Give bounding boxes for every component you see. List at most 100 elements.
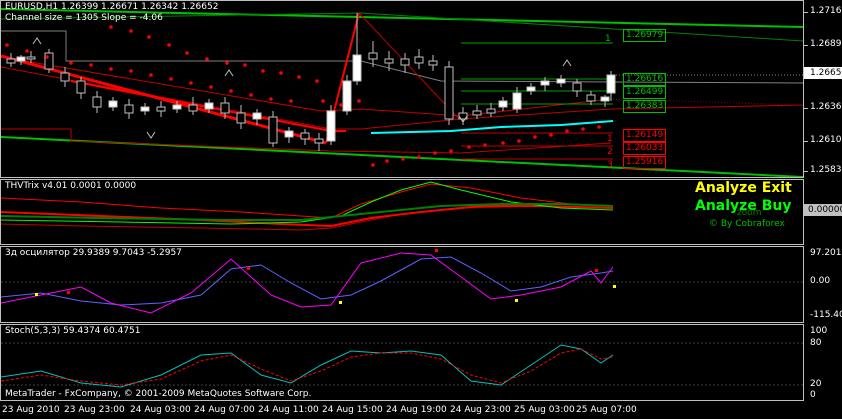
red-dot xyxy=(289,99,293,103)
level-letter-red-2: 2 xyxy=(607,147,613,157)
red-dot xyxy=(129,69,133,73)
time-label: 24 Aug 23:00 xyxy=(450,405,511,415)
candle-body xyxy=(188,104,198,112)
red-dot xyxy=(565,129,569,133)
red-band-2 xyxy=(1,66,803,130)
candle-body xyxy=(526,86,536,92)
red-dot xyxy=(167,43,171,47)
price-chart-pane[interactable]: EURUSD,H1 1.26399 1.26671 1.26342 1.2665… xyxy=(0,0,804,178)
red-dot xyxy=(205,57,209,61)
stoch-signal-line xyxy=(1,348,614,386)
thvtrix-scale-label: 0.00000 xyxy=(804,204,842,216)
fractal-arrow-up xyxy=(562,59,572,67)
stoch-scale-100: 100 xyxy=(810,326,828,336)
level-red-1: 1.26149 xyxy=(623,129,667,142)
candle-body xyxy=(60,72,70,82)
time-label: 23 Aug 2010 xyxy=(2,405,60,415)
oscillator-scale: 97.201 0.00 -115.407 xyxy=(804,246,842,323)
level-green-2: 1.26616 xyxy=(623,73,667,86)
candle-body xyxy=(76,80,86,94)
red-dot xyxy=(517,139,521,143)
candle-body xyxy=(586,94,596,102)
candle-body xyxy=(140,106,150,112)
red-dot xyxy=(243,63,247,67)
stoch-main-line xyxy=(1,344,614,388)
candle-body xyxy=(368,52,378,60)
red-dot xyxy=(401,157,405,161)
red-dot xyxy=(129,29,133,33)
red-dot xyxy=(225,61,229,65)
candle-body xyxy=(572,82,582,92)
time-axis[interactable]: 23 Aug 2010 23 Aug 23:00 24 Aug 03:00 24… xyxy=(0,401,804,419)
red-dot xyxy=(501,141,505,145)
thvtrix-scale: 0.00000 xyxy=(804,179,842,245)
candle-body xyxy=(556,78,566,84)
osc-scale-top: 97.201 xyxy=(810,248,842,258)
red-dot xyxy=(269,97,273,101)
candle-body xyxy=(326,110,336,142)
red-dot xyxy=(89,63,93,67)
zoom-label: zoom xyxy=(737,208,762,218)
candle-body xyxy=(124,104,134,114)
candle-body xyxy=(444,66,454,120)
cyan-ma-line xyxy=(370,120,614,134)
time-label: 24 Aug 03:00 xyxy=(130,405,191,415)
stochastic-pane[interactable]: Stoch(5,3,3) 59.4374 60.4751 MetaTrader … xyxy=(0,324,804,401)
candle-body xyxy=(268,116,278,144)
red-dot xyxy=(279,71,283,75)
osc-signal-dot xyxy=(339,301,342,304)
osc-signal-dot xyxy=(247,267,250,270)
candle-body xyxy=(414,56,424,64)
price-label: 1.25830 xyxy=(810,165,842,175)
red-dot xyxy=(169,77,173,81)
fractal-arrow-up xyxy=(32,37,42,45)
candle-body xyxy=(300,132,310,140)
price-scale[interactable]: 1.27160 1.26890 1.26652 1.26360 1.26100 … xyxy=(804,0,842,178)
candle-body xyxy=(220,102,230,114)
candle-body xyxy=(26,56,36,60)
red-dot xyxy=(357,99,361,103)
oscillator-pane[interactable]: 3д осцилятор 29.9389 9.7043 -5.2957 xyxy=(0,246,804,323)
candle-body xyxy=(472,110,482,116)
level-red-2: 1.26033 xyxy=(623,142,667,155)
thvtrix-title: THVTrix v4.01 0.0001 0.0000 xyxy=(5,181,137,191)
red-dot xyxy=(385,159,389,163)
osc-signal-dot xyxy=(613,285,616,288)
level-green-1: 1.26979 xyxy=(623,29,667,42)
candle-body xyxy=(428,60,438,66)
osc-slate-line xyxy=(1,256,614,306)
red-dot xyxy=(581,127,585,131)
stochastic-scale: 100 80 20 0 xyxy=(804,324,842,401)
copyright-text: MetaTrader - FxCompany, © 2001-2009 Meta… xyxy=(5,389,312,399)
candle-body xyxy=(16,56,26,62)
price-label: 1.26360 xyxy=(810,102,842,112)
candle-body xyxy=(6,58,16,64)
time-label: 24 Aug 07:00 xyxy=(194,405,255,415)
spike-line-down xyxy=(358,12,460,120)
candle-body xyxy=(156,106,166,112)
candle-body xyxy=(400,58,410,66)
red-dot xyxy=(147,35,151,39)
candle-body xyxy=(486,108,496,114)
channel-info: Channel size = 1305 Slope = -4.06 xyxy=(5,13,163,23)
red-dot xyxy=(261,69,265,73)
thvtrix-pane[interactable]: THVTrix v4.01 0.0001 0.0000 Analyze Exit… xyxy=(0,179,804,245)
oscillator-canvas xyxy=(1,249,803,314)
red-dot xyxy=(315,79,319,83)
red-dot xyxy=(149,73,153,77)
level-letter-green: 1 xyxy=(605,34,611,44)
candle-body xyxy=(352,54,362,82)
red-dot xyxy=(339,103,343,107)
level-letter-red-3: 3 xyxy=(607,160,613,170)
time-label: 24 Aug 19:00 xyxy=(386,405,447,415)
candle-body xyxy=(606,74,616,94)
level-green-3: 1.26499 xyxy=(623,86,667,99)
osc-signal-dot xyxy=(595,269,598,272)
candle-body xyxy=(512,92,522,110)
red-dot xyxy=(249,93,253,97)
time-label: 23 Aug 23:00 xyxy=(64,405,125,415)
candle-body xyxy=(172,104,182,110)
red-dot xyxy=(69,61,73,65)
analyze-exit-label: Analyze Exit xyxy=(695,180,792,196)
red-dot xyxy=(25,49,29,53)
